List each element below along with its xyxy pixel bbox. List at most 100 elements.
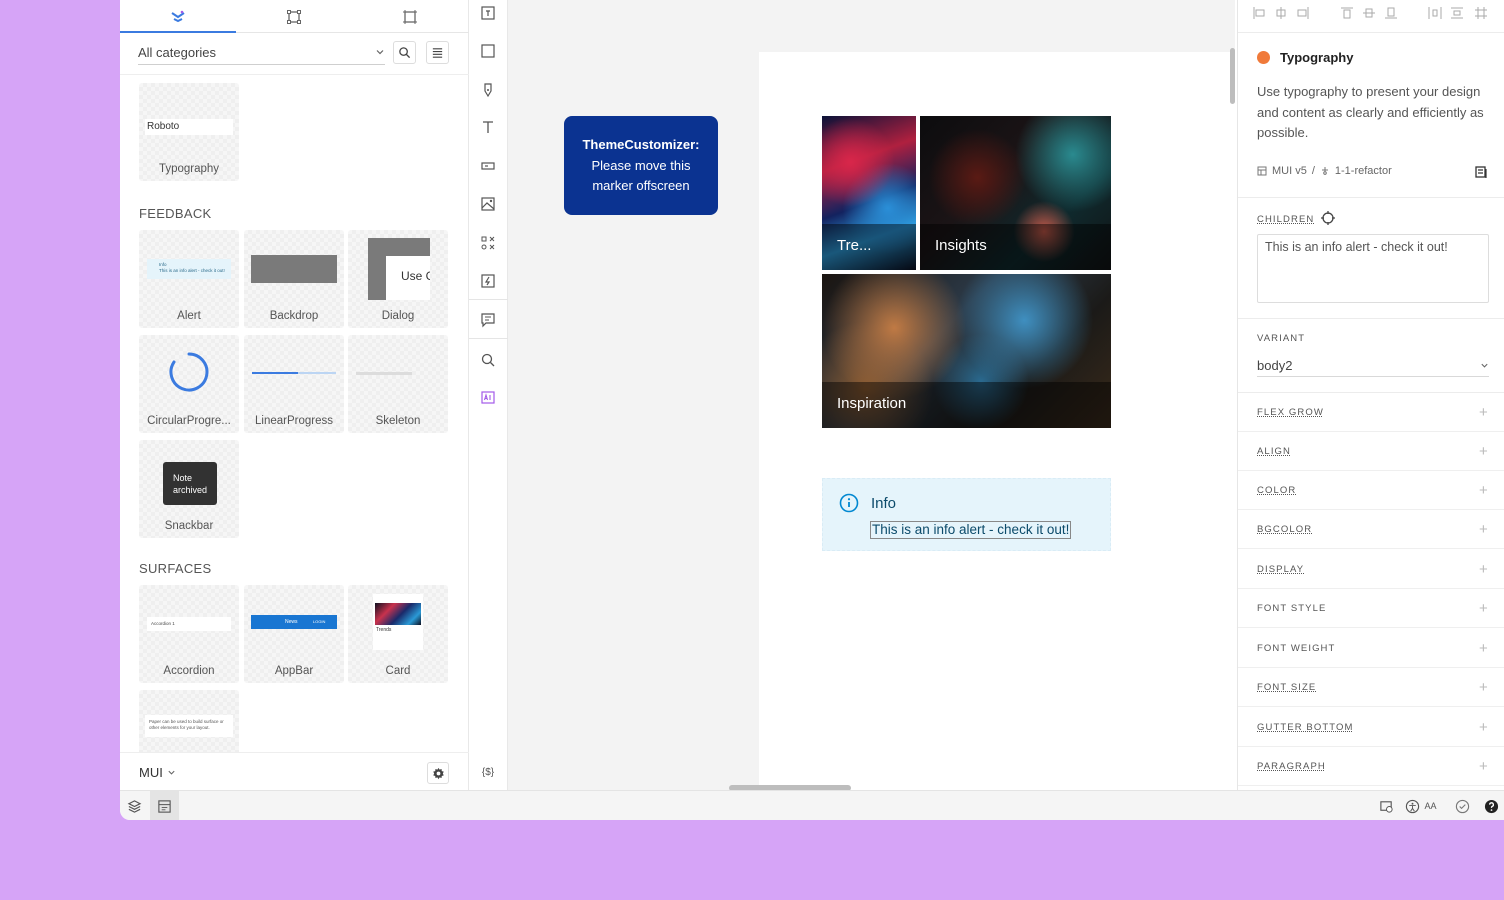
image-icon xyxy=(481,197,495,211)
open-docs-icon[interactable] xyxy=(1474,164,1489,179)
card-preview-image xyxy=(375,603,421,625)
image-list-item-insights[interactable]: Insights xyxy=(920,116,1111,270)
component-tile-card[interactable]: Trends Card xyxy=(348,585,448,683)
image-list-item-trends[interactable]: Tre... xyxy=(822,116,916,270)
prop-bgcolor[interactable]: BGCOLOR + xyxy=(1238,510,1504,549)
tool-comment[interactable] xyxy=(478,310,498,330)
add-icon[interactable]: + xyxy=(1479,443,1488,460)
align-center-v-button[interactable] xyxy=(1362,6,1376,20)
design-canvas[interactable]: ThemeCustomizer: Please move this marker… xyxy=(508,0,1235,790)
tool-ai[interactable] xyxy=(478,388,498,408)
component-tile-skeleton[interactable]: Skeleton xyxy=(348,335,448,433)
children-input[interactable]: This is an info alert - check it out! xyxy=(1257,234,1489,303)
align-bottom-button[interactable] xyxy=(1384,6,1398,20)
tab-frames[interactable] xyxy=(236,0,352,33)
prop-flex-grow[interactable]: FLEX GROW + xyxy=(1238,393,1504,432)
info-alert[interactable]: Info This is an info alert - check it ou… xyxy=(822,478,1111,551)
branch-name[interactable]: 1-1-refactor xyxy=(1335,165,1392,177)
linear-progress-bar xyxy=(252,372,298,374)
component-tile-dialog[interactable]: Use G Dialog xyxy=(348,230,448,328)
component-tile-snackbar[interactable]: Note archived Snackbar xyxy=(139,440,239,538)
add-icon[interactable]: + xyxy=(1479,640,1488,657)
alert-preview-msg: This is an info alert - check it out! xyxy=(159,268,225,273)
align-right-button[interactable] xyxy=(1296,6,1310,20)
align-top-button[interactable] xyxy=(1340,6,1354,20)
tool-interaction[interactable] xyxy=(478,271,498,291)
accessibility-button[interactable]: AA xyxy=(1401,791,1441,820)
component-tile-typography[interactable]: Roboto Typography xyxy=(139,83,239,181)
alert-message[interactable]: This is an info alert - check it out! xyxy=(870,521,1072,539)
prop-paragraph[interactable]: PARAGRAPH + xyxy=(1238,747,1504,786)
marker-line-2: marker offscreen xyxy=(592,178,690,193)
prop-align[interactable]: ALIGN + xyxy=(1238,432,1504,471)
properties-panel: Typography Use typography to present you… xyxy=(1237,0,1504,790)
target-icon[interactable] xyxy=(1320,210,1336,226)
snackbar-preview: Note archived xyxy=(163,462,217,505)
info-icon xyxy=(839,493,859,513)
theme-customizer-marker[interactable]: ThemeCustomizer: Please move this marker… xyxy=(564,116,718,215)
distribute-h-button[interactable] xyxy=(1428,6,1442,20)
tool-code[interactable]: {$} xyxy=(477,762,499,782)
component-tile-linear-progress[interactable]: LinearProgress xyxy=(244,335,344,433)
library-select-value: MUI xyxy=(139,765,163,780)
tile-label: CircularProgre... xyxy=(147,415,231,427)
breadcrumb-separator: / xyxy=(1311,165,1315,177)
tool-image[interactable] xyxy=(478,194,498,214)
tool-container[interactable] xyxy=(478,3,498,23)
prop-gutter-bottom[interactable]: GUTTER BOTTOM + xyxy=(1238,708,1504,747)
add-icon[interactable]: + xyxy=(1479,521,1488,538)
search-button[interactable] xyxy=(393,41,416,64)
tool-rectangle[interactable] xyxy=(478,41,498,61)
add-icon[interactable]: + xyxy=(1479,758,1488,775)
prop-display[interactable]: DISPLAY + xyxy=(1238,550,1504,589)
add-icon[interactable]: + xyxy=(1479,719,1488,736)
help-button[interactable] xyxy=(1477,791,1504,820)
tidy-up-button[interactable] xyxy=(1474,6,1488,20)
component-tile-alert[interactable]: Info This is an info alert - check it ou… xyxy=(139,230,239,328)
prop-label: FONT SIZE xyxy=(1257,682,1317,693)
branch-icon xyxy=(1321,167,1328,175)
component-tile-accordion[interactable]: Accordion 1 Accordion xyxy=(139,585,239,683)
tool-components[interactable] xyxy=(478,233,498,253)
tool-text[interactable] xyxy=(478,117,498,137)
layers-button[interactable] xyxy=(120,791,149,820)
distribute-v-button[interactable] xyxy=(1450,6,1464,20)
tab-components[interactable] xyxy=(120,0,236,33)
vertical-scrollbar[interactable] xyxy=(1230,48,1235,104)
component-tile-appbar[interactable]: News LOGIN AppBar xyxy=(244,585,344,683)
preview-button[interactable] xyxy=(1372,791,1401,820)
add-icon[interactable]: + xyxy=(1479,482,1488,499)
add-icon[interactable]: + xyxy=(1479,561,1488,578)
prop-label: BGCOLOR xyxy=(1257,524,1313,535)
tab-assets[interactable] xyxy=(352,0,468,33)
align-left-button[interactable] xyxy=(1252,6,1266,20)
component-tile-circular-progress[interactable]: CircularProgre... xyxy=(139,335,239,433)
list-view-button[interactable] xyxy=(426,41,449,64)
tool-search[interactable] xyxy=(478,350,498,370)
prop-font-size[interactable]: FONT SIZE + xyxy=(1238,668,1504,707)
tile-label: LinearProgress xyxy=(255,415,333,427)
component-tile-paper[interactable]: Paper can be used to build surface or ot… xyxy=(139,690,239,752)
add-icon[interactable]: + xyxy=(1479,679,1488,696)
ai-icon xyxy=(481,391,495,404)
pages-button[interactable] xyxy=(150,791,179,820)
prop-font-weight[interactable]: FONT WEIGHT + xyxy=(1238,629,1504,668)
category-select[interactable]: All categories xyxy=(138,40,385,65)
library-name[interactable]: MUI v5 xyxy=(1272,165,1307,177)
artboard[interactable]: Tre... Insights Inspiration Info This is… xyxy=(759,52,1235,790)
tool-button[interactable] xyxy=(478,156,498,176)
library-select[interactable]: MUI xyxy=(139,765,176,780)
library-settings-button[interactable] xyxy=(427,762,449,784)
prop-color[interactable]: COLOR + xyxy=(1238,471,1504,510)
variant-select[interactable]: body2 xyxy=(1257,354,1489,377)
align-center-h-button[interactable] xyxy=(1274,6,1288,20)
add-icon[interactable]: + xyxy=(1479,404,1488,421)
add-icon[interactable]: + xyxy=(1479,600,1488,617)
check-button[interactable] xyxy=(1448,791,1477,820)
component-tile-backdrop[interactable]: Backdrop xyxy=(244,230,344,328)
prop-font-style[interactable]: FONT STYLE + xyxy=(1238,589,1504,628)
image-list-item-inspiration[interactable]: Inspiration xyxy=(822,274,1111,428)
tool-pen[interactable] xyxy=(478,80,498,100)
align-center-h-icon xyxy=(1276,7,1286,19)
appbar-preview-login: LOGIN xyxy=(312,619,326,624)
